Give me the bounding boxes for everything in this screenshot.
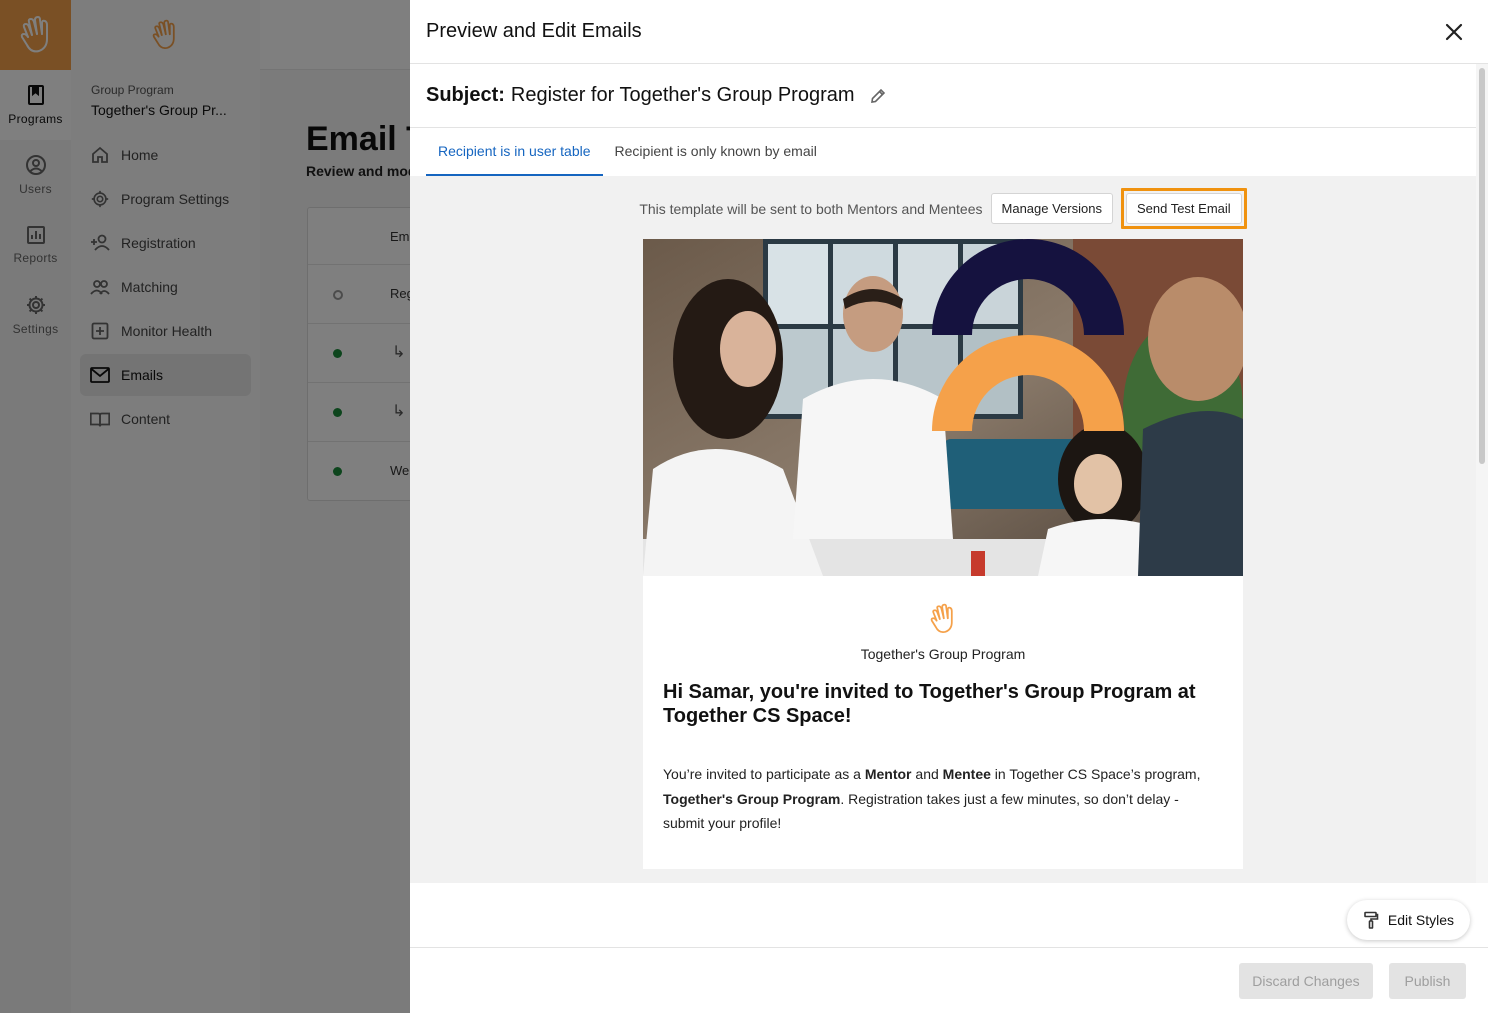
drawer-scrollbar[interactable] xyxy=(1476,64,1488,883)
subject-label: Subject: xyxy=(426,84,505,106)
tab-user-table[interactable]: Recipient is in user table xyxy=(426,128,603,176)
email-program-name: Together's Group Program xyxy=(860,646,1026,662)
send-test-email-button[interactable]: Send Test Email xyxy=(1125,193,1242,224)
manage-versions-button[interactable]: Manage Versions xyxy=(990,193,1113,224)
role-mentor: Mentor xyxy=(864,766,912,782)
tab-email-only[interactable]: Recipient is only known by email xyxy=(603,128,829,176)
discard-changes-button[interactable]: Discard Changes xyxy=(1239,963,1373,999)
subject-row: Subject: Register for Together's Group P… xyxy=(410,64,1476,128)
preview-area: This template will be sent to both Mento… xyxy=(410,176,1476,883)
brand-mark xyxy=(643,603,1243,635)
wave-hand-icon xyxy=(930,603,953,633)
hero-image xyxy=(643,239,1243,576)
drawer-title: Preview and Edit Emails xyxy=(426,20,642,42)
scroll-thumb[interactable] xyxy=(1479,68,1485,464)
role-mentee: Mentee xyxy=(942,766,991,782)
modal-backdrop[interactable] xyxy=(0,0,410,1013)
body-text-segment: and xyxy=(911,766,943,782)
email-preview: Together's Group Program Hi Samar, you'r… xyxy=(643,239,1243,869)
email-preview-drawer: Preview and Edit Emails Subject: Registe… xyxy=(410,0,1488,1013)
drawer-footer: Discard Changes Publish xyxy=(410,947,1488,1013)
highlight-box: Send Test Email xyxy=(1120,188,1247,229)
edit-styles-label: Edit Styles xyxy=(1387,912,1455,928)
email-body: You’re invited to participate as a Mento… xyxy=(663,762,1223,836)
edit-styles-button[interactable]: Edit Styles xyxy=(1347,900,1470,940)
body-text-segment: You’re invited to participate as a xyxy=(663,766,865,782)
preview-toolbar: This template will be sent to both Mento… xyxy=(410,188,1476,229)
publish-button[interactable]: Publish xyxy=(1389,963,1466,999)
paint-roller-icon xyxy=(1364,911,1379,929)
email-headline: Hi Samar, you're invited to Together's G… xyxy=(663,681,1196,727)
program-name-bold: Together's Group Program xyxy=(663,790,841,807)
pencil-icon[interactable] xyxy=(869,87,887,105)
app-root: Programs Users Reports Settings Group Pr… xyxy=(0,0,1488,1013)
body-text-segment: in Together CS Space’s program, xyxy=(990,766,1201,782)
recipient-note: This template will be sent to both Mento… xyxy=(639,200,983,217)
subject-text: Register for Together's Group Program xyxy=(510,84,855,106)
close-icon[interactable] xyxy=(1436,14,1472,50)
recipient-tabs: Recipient is in user table Recipient is … xyxy=(410,128,1476,176)
drawer-header: Preview and Edit Emails xyxy=(410,0,1488,64)
